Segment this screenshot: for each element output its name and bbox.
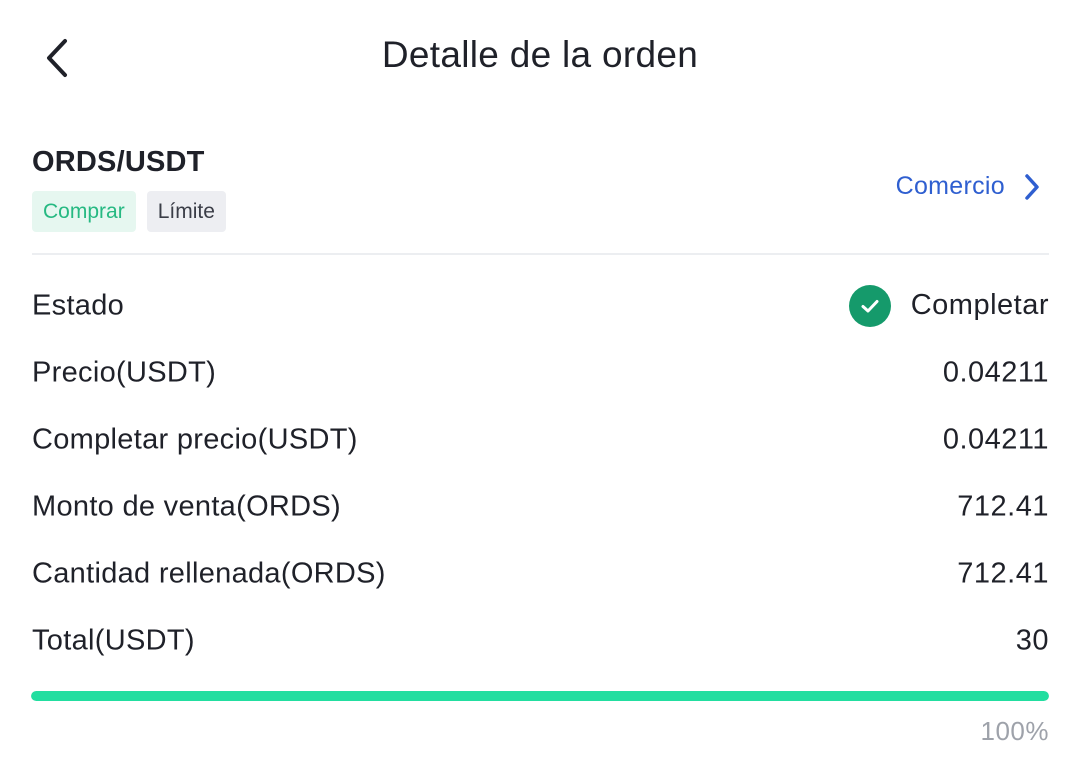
page-title: Detalle de la orden [381, 34, 699, 75]
buy-side-badge: Comprar [32, 191, 136, 232]
detail-row-filled-price: Completar precio(USDT) 0.04211 [32, 406, 1049, 473]
filled-qty-value: 712.41 [957, 557, 1049, 589]
fill-progress-label: 100% [980, 716, 1049, 746]
status-label: Estado [32, 289, 125, 321]
header-bar: Detalle de la orden [0, 0, 1080, 112]
fill-progress-bar [31, 691, 1049, 701]
order-summary: ORDS/USDT Comprar Límite Comercio [32, 140, 1049, 254]
price-value: 0.04211 [942, 356, 1049, 388]
order-details-list: Estado Completar Precio(USDT) 0.04211 Co… [32, 272, 1049, 674]
trade-link-label: Comercio [895, 172, 1005, 200]
detail-row-total: Total(USDT) 30 [32, 607, 1049, 674]
check-circle-icon [848, 284, 891, 327]
detail-row-price: Precio(USDT) 0.04211 [32, 339, 1049, 406]
status-value: Completar [910, 289, 1049, 321]
filled-qty-label: Cantidad rellenada(ORDS) [32, 557, 386, 589]
price-label: Precio(USDT) [32, 356, 217, 388]
total-value: 30 [1015, 624, 1049, 656]
status-value-group: Completar [848, 284, 1049, 327]
total-label: Total(USDT) [32, 624, 195, 656]
order-type-badge: Límite [146, 191, 226, 232]
fill-progress-indicator [31, 691, 1049, 701]
chevron-right-icon [1025, 173, 1039, 200]
order-tags: Comprar Límite [32, 191, 226, 232]
trading-pair: ORDS/USDT [32, 146, 205, 178]
section-divider [32, 253, 1049, 255]
filled-price-value: 0.04211 [942, 423, 1049, 455]
detail-row-status: Estado Completar [32, 272, 1049, 339]
amount-value: 712.41 [957, 490, 1049, 522]
trade-link[interactable]: Comercio [896, 172, 1041, 201]
filled-price-label: Completar precio(USDT) [32, 423, 358, 455]
amount-label: Monto de venta(ORDS) [32, 490, 342, 522]
detail-row-filled-qty: Cantidad rellenada(ORDS) 712.41 [32, 540, 1049, 607]
detail-row-amount: Monto de venta(ORDS) 712.41 [32, 473, 1049, 540]
